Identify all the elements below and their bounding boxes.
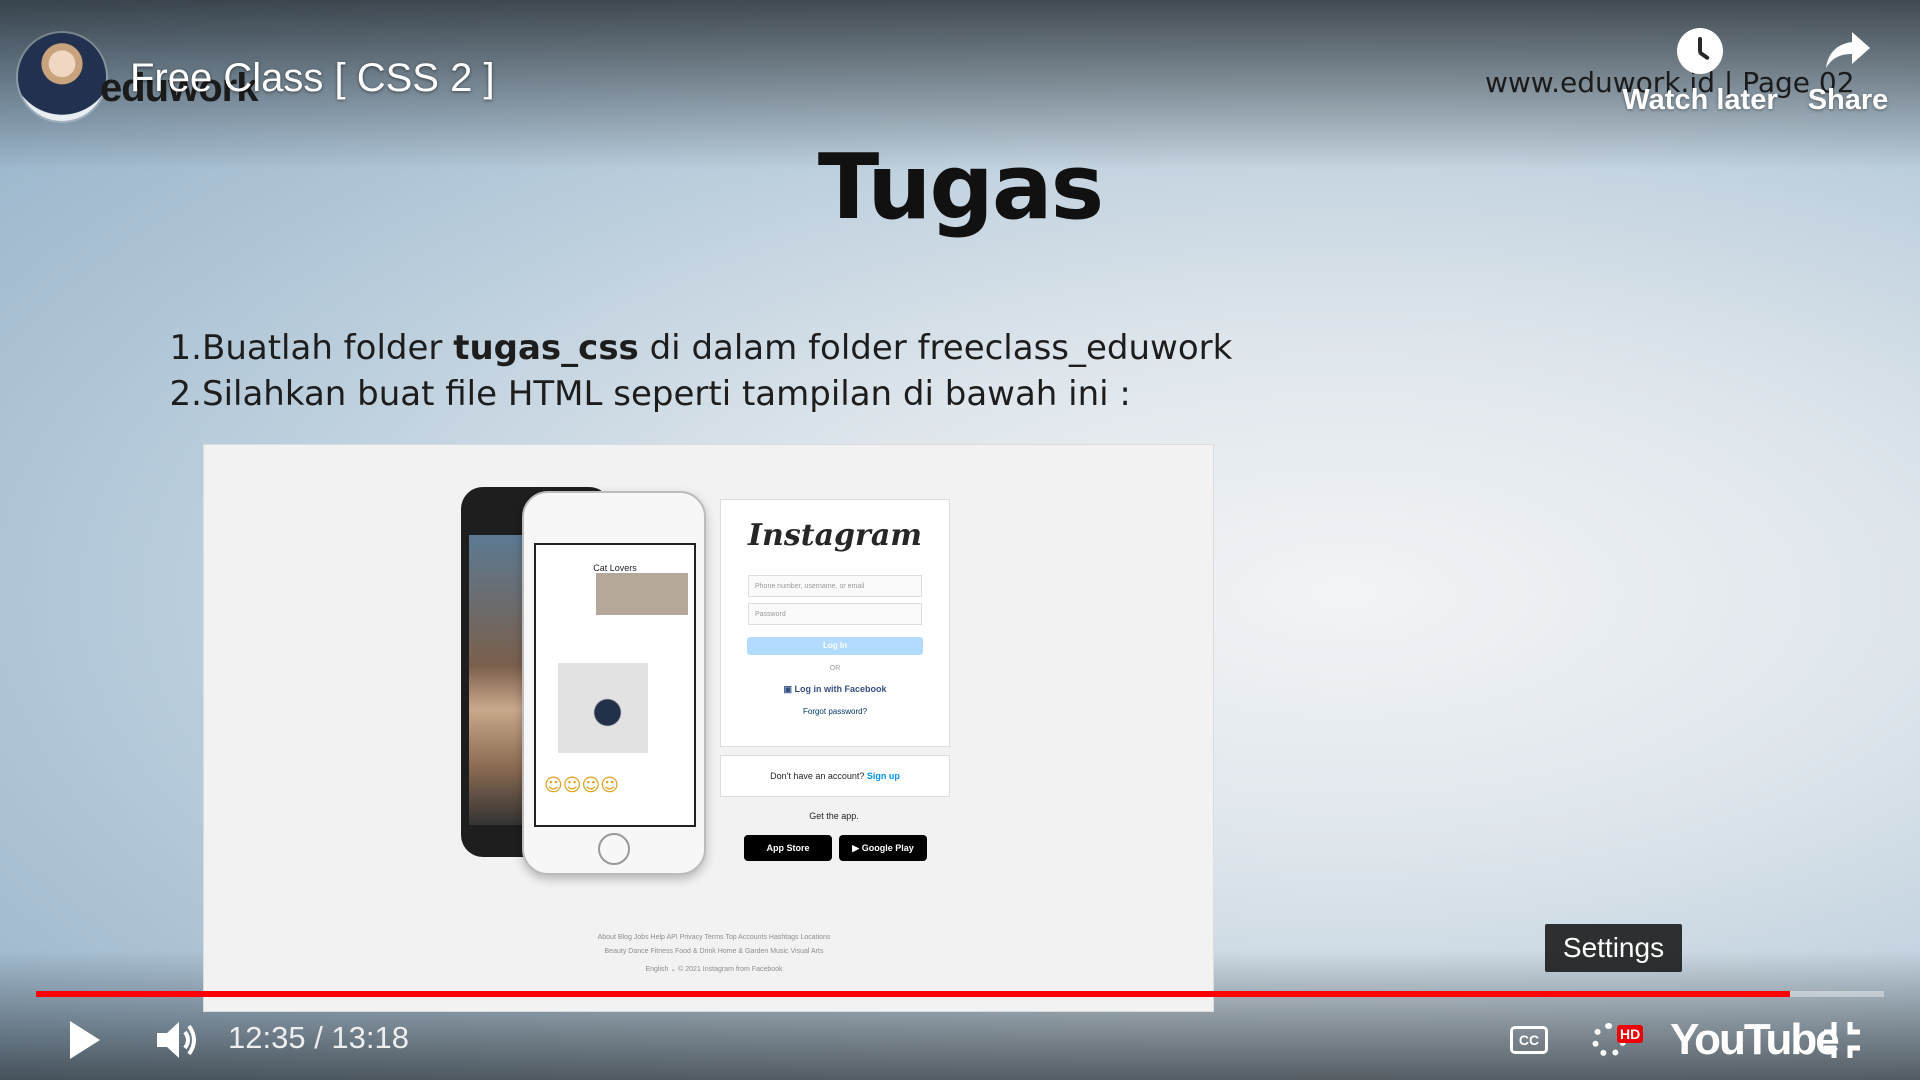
share-arrow-icon: [1826, 32, 1870, 68]
clock-icon: [1677, 28, 1723, 74]
play-button[interactable]: [70, 1016, 110, 1064]
time-display: 12:35 / 13:18: [228, 1020, 409, 1055]
share-label: Share: [1807, 84, 1889, 116]
cat-emoji-icon: ☺☺☺☺: [544, 775, 620, 796]
watch-later-label: Watch later: [1622, 84, 1778, 116]
password-field: Password: [748, 603, 922, 625]
subtitles-button[interactable]: CC: [1510, 1016, 1552, 1064]
task-list: 1. Buatlah folder tugas_css di dalam fol…: [120, 328, 1233, 420]
task-number: 1.: [169, 328, 202, 368]
instagram-footer: About Blog Jobs Help API Privacy Terms T…: [597, 934, 831, 973]
watch-later-button[interactable]: Watch later: [1620, 28, 1780, 117]
facebook-icon: ▣: [783, 684, 795, 694]
google-play-badge: ▶ Google Play: [839, 835, 927, 861]
task-text: Silahkan buat file HTML seperti tampilan…: [202, 374, 1131, 414]
signup-link: Sign up: [866, 771, 900, 781]
play-store-icon: ▶: [852, 843, 862, 853]
phone-chat-header: Cat Lovers: [593, 563, 637, 573]
channel-avatar[interactable]: [18, 33, 106, 121]
settings-tooltip: Settings: [1545, 924, 1682, 972]
app-store-badge: App Store: [744, 835, 832, 861]
progress-bar[interactable]: [36, 991, 1884, 997]
username-field: Phone number, username, or email: [748, 575, 922, 597]
exit-fullscreen-button[interactable]: [1822, 1016, 1866, 1064]
task-text: Buatlah folder tugas_css di dalam folder…: [202, 328, 1233, 368]
task-number: 2.: [169, 374, 202, 414]
or-divider: OR: [829, 665, 841, 672]
youtube-logo[interactable]: YouTube: [1670, 1015, 1840, 1065]
exit-fullscreen-icon: [1824, 1022, 1860, 1058]
get-app-label: Get the app.: [809, 811, 859, 821]
play-icon: [70, 1021, 100, 1059]
volume-button[interactable]: [155, 1016, 207, 1064]
home-button-icon: [598, 833, 630, 865]
signup-card: Don't have an account? Sign up: [720, 755, 950, 797]
video-title[interactable]: Free Class [ CSS 2 ]: [130, 56, 495, 101]
slide-title: Tugas: [817, 135, 1104, 240]
forgot-password-link: Forgot password?: [802, 707, 868, 716]
task-item-2: 2. Silahkan buat file HTML seperti tampi…: [120, 374, 1131, 420]
instagram-preview-image: Cat Lovers ☺☺☺☺ Instagram Phone number, …: [203, 444, 1214, 1012]
share-button[interactable]: Share: [1803, 28, 1893, 117]
phone-front-illustration: Cat Lovers ☺☺☺☺: [522, 491, 706, 875]
progress-played: [36, 991, 1790, 997]
task-item-1: 1. Buatlah folder tugas_css di dalam fol…: [120, 328, 1233, 374]
cc-icon: CC: [1510, 1026, 1548, 1054]
hd-badge: HD: [1617, 1025, 1644, 1043]
instagram-logo: Instagram: [748, 518, 922, 553]
facebook-login-link: ▣ Log in with Facebook: [783, 684, 887, 694]
login-button: Log In: [747, 637, 923, 655]
login-card: Instagram Phone number, username, or ema…: [720, 499, 950, 747]
volume-icon: [157, 1022, 196, 1058]
